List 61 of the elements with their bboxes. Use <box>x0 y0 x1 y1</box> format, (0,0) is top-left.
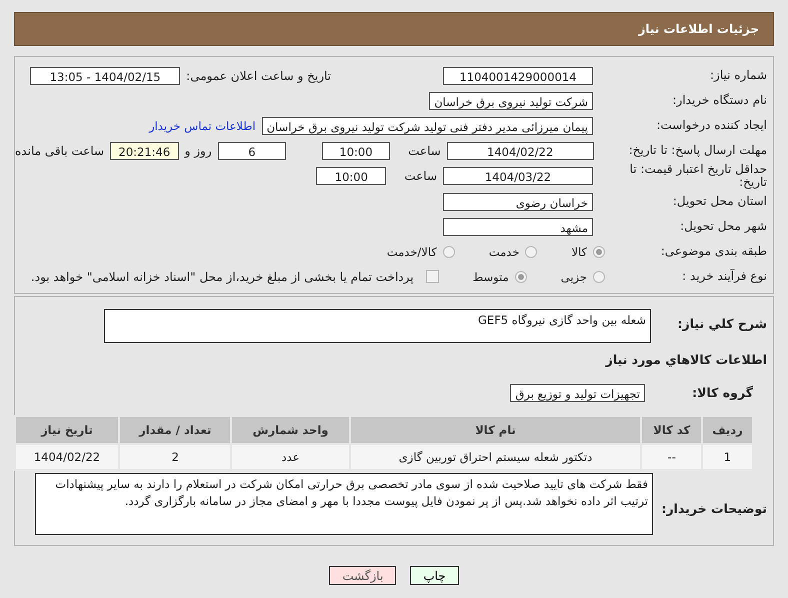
radio-label: جزیی <box>560 270 587 284</box>
table-cell: 2 <box>118 444 232 470</box>
buyer-contact-link[interactable]: اطلاعات تماس خریدار <box>149 118 256 132</box>
city-field: مشهد <box>443 218 593 236</box>
radio-button[interactable] <box>525 246 538 258</box>
radio-button[interactable] <box>593 246 605 258</box>
field-label: توضیحات خریدار: <box>660 500 768 514</box>
field-label: گروه کالا: <box>691 386 754 399</box>
field-label: شهر محل تحویل: <box>679 220 768 233</box>
buyer-notes-textarea[interactable]: فقط شرکت های تایید صلاحیت شده از سوی مادر تخصصی برق حرارتی امکان شرکت در استعلام را دارند به سایر پیشنهادات ترتیب اثر داده نخواهد شد.پس از پر نمودن فایل پیوست مجددا با مهر و امضای مجاز در سامانه بارگزاری گردد. <box>35 473 653 535</box>
print-button[interactable]: چاپ <box>410 566 459 585</box>
radio-label: کالا/خدمت <box>386 244 437 258</box>
goods-group-field: تجهیزات تولید و توزیع برق <box>510 384 645 402</box>
checkbox[interactable] <box>426 270 439 283</box>
date-field: 1404/02/22 <box>446 142 594 160</box>
radio-button[interactable] <box>442 246 455 258</box>
time-field: 10:00 <box>316 167 386 185</box>
buyer-org-field: شرکت تولید نیروی برق خراسان <box>429 92 593 110</box>
field-label: ایجاد کننده درخواست: <box>655 119 768 132</box>
field-label: حداقل تاریخ اعتبار قیمت: تا تاریخ: <box>628 163 768 189</box>
field-label: نام دستگاه خریدار: <box>672 94 768 107</box>
field-label: ساعت <box>408 144 441 158</box>
column-header: تاریخ نیاز <box>15 416 119 444</box>
need-number-field: 1104001429000014 <box>443 66 593 84</box>
date-field: 1404/03/22 <box>443 167 593 185</box>
column-header: واحد شمارش <box>231 416 350 444</box>
field-label: شماره نیاز: <box>709 69 768 82</box>
page-title: جزئیات اطلاعات نیاز <box>638 22 759 36</box>
field-label: استان محل تحویل: <box>672 195 768 208</box>
table-cell: 1404/02/22 <box>15 444 119 470</box>
radio-label: متوسط <box>472 270 509 284</box>
column-header: ردیف <box>702 416 753 444</box>
back-button[interactable]: بازگشت <box>329 566 396 585</box>
section-heading: اطلاعات کالاهاي مورد نياز <box>606 352 768 367</box>
column-header: تعداد / مقدار <box>118 416 232 444</box>
table-cell: دتکتور شعله سیستم احتراق توربین گازی <box>350 444 642 470</box>
requester-field: پیمان میرزائی مدیر دفتر فنی تولید شرکت تولید نیروی برق خراسان <box>262 116 593 134</box>
column-header: نام کالا <box>350 416 642 444</box>
table-cell: 1 <box>702 444 753 470</box>
field-label: نوع فرآیند خرید : <box>681 270 768 283</box>
remaining-time-field: 20:21:46 <box>110 142 179 160</box>
province-field: خراسان رضوی <box>443 192 593 210</box>
field-label: مهلت ارسال پاسخ: تا تاریخ: <box>628 144 768 157</box>
table-cell: -- <box>641 444 702 470</box>
field-label: ساعت باقی مانده <box>15 144 104 158</box>
radio-button[interactable] <box>593 270 605 282</box>
table-cell: عدد <box>231 444 350 470</box>
radio-button[interactable] <box>514 270 527 282</box>
field-label: شرح کلي نياز: <box>676 315 768 330</box>
field-label: طبقه بندی موضوعی: <box>660 245 768 258</box>
days-field: 6 <box>218 142 286 160</box>
field-label: تاریخ و ساعت اعلان عمومی: <box>186 68 331 82</box>
column-header: کد کالا <box>641 416 702 444</box>
time-field: 10:00 <box>322 142 390 160</box>
field-label: ساعت <box>404 169 437 183</box>
radio-label: خدمت <box>488 244 520 258</box>
field-label: روز و <box>184 144 212 158</box>
announce-date-field: 1404/02/15 - 13:05 <box>30 66 180 84</box>
radio-label: کالا <box>571 244 587 258</box>
checkbox-label: پرداخت تمام یا بخشی از مبلغ خرید،از محل "اسناد خزانه اسلامی" خواهد بود. <box>30 270 414 284</box>
summary-textarea[interactable]: شعله بین واحد گازی نیروگاه GEF5 <box>104 309 651 343</box>
